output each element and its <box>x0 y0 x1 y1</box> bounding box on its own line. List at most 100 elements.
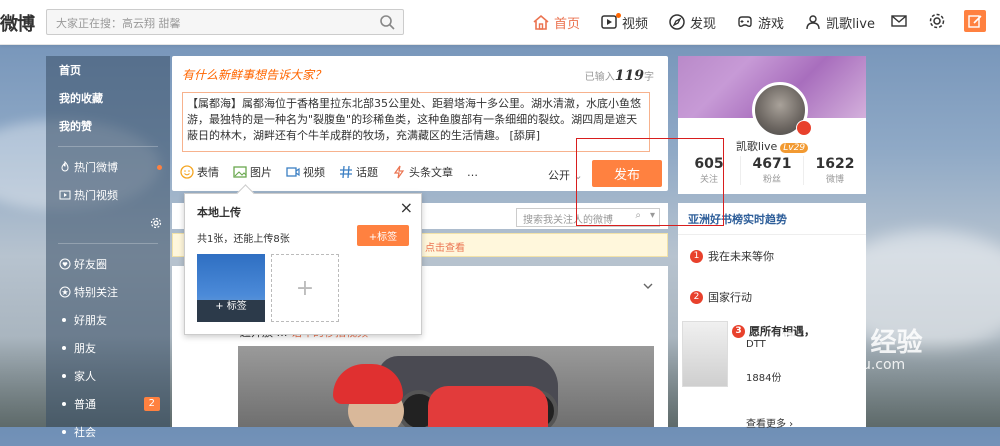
leftnav-label: 朋友 <box>74 342 96 355</box>
leftnav-home[interactable]: 首页 <box>46 56 170 84</box>
video-tool[interactable]: 视频 <box>286 164 325 180</box>
leftnav-label: 社会 <box>74 426 96 439</box>
left-nav: 首页 我的收藏 我的赞 热门微博 热门视频 好友圈 特别关注 好朋友 朋友 家人… <box>46 56 170 439</box>
book-cover[interactable] <box>682 321 728 387</box>
leftnav-label: 热门微博 <box>74 161 118 174</box>
watermark-logo: Baidu 经验 <box>778 328 923 358</box>
user-icon <box>806 15 820 30</box>
topic-tool[interactable]: 话题 <box>339 164 378 180</box>
divider <box>58 243 158 244</box>
fire-icon <box>61 161 69 172</box>
verified-badge-icon <box>796 120 812 136</box>
trend-item[interactable]: 2 国家行动 <box>690 289 752 305</box>
notice-link[interactable]: 点击查看 <box>425 239 465 254</box>
upload-title: 本地上传 <box>197 206 241 219</box>
divider <box>58 146 158 147</box>
stat-label: 粉丝 <box>762 175 781 185</box>
video-player[interactable] <box>238 346 654 427</box>
edit-icon[interactable] <box>964 10 986 32</box>
stat-number: 1622 <box>815 156 855 172</box>
char-counter-suffix: 字 <box>644 72 654 83</box>
nav-video[interactable]: 视频 <box>592 0 656 44</box>
video-icon <box>59 190 71 200</box>
tool-label: 视频 <box>303 166 325 179</box>
lightning-icon <box>393 165 405 179</box>
search-placeholder: 大家正在搜：高云翔 甜馨 <box>56 17 181 30</box>
leftnav-likes[interactable]: 我的赞 <box>46 112 170 140</box>
leftnav-friends-circle[interactable]: 好友圈 <box>46 250 170 278</box>
leftnav-special-follow[interactable]: 特别关注 <box>46 278 170 306</box>
nav-user-label: 凯歌live <box>826 16 875 32</box>
watermark-url: jingyan.baidu.com <box>776 357 906 373</box>
leftnav-label: 好友圈 <box>74 258 107 271</box>
stat-posts[interactable]: 1622 微博 <box>803 156 866 185</box>
compass-icon <box>669 14 685 30</box>
nav-game[interactable]: 游戏 <box>728 0 792 44</box>
leftnav-label: 特别关注 <box>74 286 118 299</box>
leftnav-favorites[interactable]: 我的收藏 <box>46 84 170 112</box>
thumb-tag-label[interactable]: + 标签 <box>197 297 265 312</box>
nav-discover-label: 发现 <box>690 16 717 32</box>
search-icon[interactable] <box>379 14 395 30</box>
weibo-logo[interactable]: 微博 <box>0 10 35 36</box>
add-image-button[interactable]: + <box>271 254 339 322</box>
gear-icon[interactable] <box>150 217 162 229</box>
home-icon <box>533 14 549 30</box>
trend-item-title: 国家行动 <box>708 291 752 304</box>
tool-label: 表情 <box>197 166 219 179</box>
gear-icon[interactable] <box>926 10 948 32</box>
nav-user[interactable]: 凯歌live <box>796 0 883 44</box>
leftnav-hot-weibo[interactable]: 热门微博 <box>46 153 170 181</box>
leftnav-group-item[interactable]: 家人 <box>46 362 170 390</box>
unread-badge: 2 <box>143 397 160 411</box>
tool-label: 话题 <box>356 166 378 179</box>
more-tool[interactable]: … <box>467 166 478 179</box>
gamepad-icon <box>738 16 752 27</box>
visibility-label: 公开 <box>548 169 570 182</box>
leftnav-label: 我的赞 <box>59 120 92 133</box>
leftnav-group-item[interactable]: 社会 <box>46 418 170 446</box>
see-more-link[interactable]: 查看更多 › <box>746 415 793 430</box>
rank-badge: 3 <box>732 324 745 338</box>
nav-home[interactable]: 首页 <box>524 0 588 44</box>
top-right-icons <box>888 10 986 32</box>
close-icon[interactable]: × <box>400 198 413 217</box>
nav-discover[interactable]: 发现 <box>660 0 724 44</box>
char-counter: 已输入119字 <box>585 68 654 84</box>
rank-badge: 2 <box>690 290 703 304</box>
leftnav-group-item[interactable]: 好朋友 <box>46 306 170 334</box>
upload-popup: 本地上传 × 共1张，还能上传8张 +标签 + 标签 + <box>184 184 422 335</box>
search-box[interactable]: 大家正在搜：高云翔 甜馨 <box>46 9 404 35</box>
stat-followers[interactable]: 4671 粉丝 <box>740 156 803 185</box>
trend-item-title: 我在未来等你 <box>708 250 774 263</box>
nav-video-label: 视频 <box>622 16 649 32</box>
divider <box>678 234 866 235</box>
level-badge[interactable]: Lv29 <box>780 143 809 153</box>
notification-dot <box>157 165 162 170</box>
heart-icon <box>59 258 71 270</box>
trend-panel: 亚洲好书榜实时趋势 1 我在未来等你 2 国家行动 3 愿所有相遇， DTT 1… <box>678 203 866 430</box>
leftnav-label: 我的收藏 <box>59 92 103 105</box>
trend-item[interactable]: 1 我在未来等你 <box>690 248 774 264</box>
uploaded-image-thumbnail[interactable]: + 标签 <box>197 254 265 322</box>
tool-label: 图片 <box>250 166 272 179</box>
leftnav-group-item[interactable]: 朋友 <box>46 334 170 362</box>
leftnav-group-item[interactable]: 普通 2 <box>46 390 170 418</box>
nav-game-label: 游戏 <box>758 16 785 32</box>
article-tool[interactable]: 头条文章 <box>392 164 453 180</box>
chevron-down-icon[interactable] <box>642 280 654 292</box>
char-counter-prefix: 已输入 <box>584 72 615 83</box>
mail-icon[interactable] <box>888 10 910 32</box>
profile-name[interactable]: 凯歌live <box>736 140 777 153</box>
emoji-tool[interactable]: 表情 <box>180 164 219 180</box>
image-tool[interactable]: 图片 <box>233 164 272 180</box>
composer-title: 有什么新鲜事想告诉大家？ <box>182 68 327 82</box>
leftnav-label: 家人 <box>74 370 96 383</box>
composer-toolbar: 表情 图片 视频 话题 头条文章 … <box>180 164 478 180</box>
main-nav: 首页 视频 发现 游戏 凯歌live <box>524 0 883 44</box>
leftnav-label: 首页 <box>59 64 81 77</box>
add-tag-button[interactable]: +标签 <box>357 225 409 246</box>
leftnav-hot-video[interactable]: 热门视频 <box>46 181 170 209</box>
notification-dot <box>616 13 622 18</box>
hashtag-icon <box>340 165 352 179</box>
